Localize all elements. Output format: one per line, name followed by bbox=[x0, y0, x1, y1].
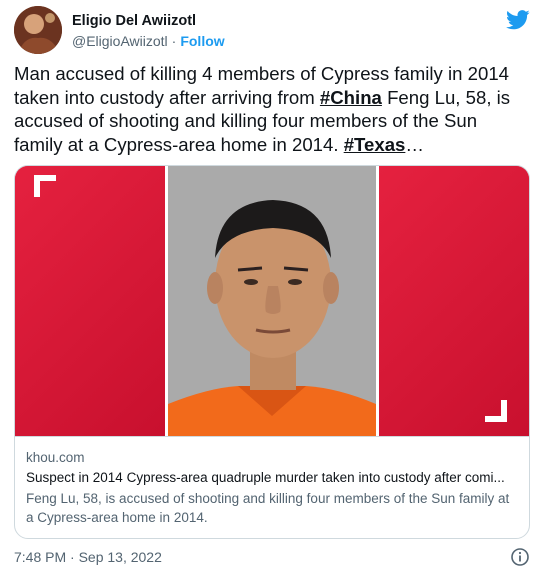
avatar[interactable] bbox=[14, 6, 62, 54]
info-icon[interactable] bbox=[510, 547, 530, 567]
tweet-header: Eligio Del Awiizotl @EligioAwiizotl · Foll… bbox=[14, 6, 530, 54]
display-name[interactable]: Eligio Del Awiizotl bbox=[72, 12, 225, 30]
card-meta[interactable]: khou.com Suspect in 2014 Cypress-area qu… bbox=[15, 436, 529, 538]
author-names: Eligio Del Awiizotl @EligioAwiizotl · Foll… bbox=[72, 12, 225, 50]
photo-frame bbox=[165, 166, 379, 436]
twitter-bird-icon[interactable] bbox=[506, 10, 530, 30]
handle[interactable]: @EligioAwiizotl bbox=[72, 33, 168, 49]
separator-dot: · bbox=[171, 33, 177, 49]
tweet-footer: 7:48 PM · Sep 13, 2022 bbox=[14, 547, 530, 569]
follow-button[interactable]: Follow bbox=[180, 33, 224, 49]
handle-row: @EligioAwiizotl · Follow bbox=[72, 32, 225, 50]
hashtag-china[interactable]: #China bbox=[320, 87, 382, 108]
link-card[interactable]: khou.com Suspect in 2014 Cypress-area qu… bbox=[14, 165, 530, 539]
corner-bracket-top-left-icon bbox=[34, 175, 56, 197]
card-title[interactable]: Suspect in 2014 Cypress-area quadruple m… bbox=[26, 469, 520, 487]
card-image[interactable] bbox=[15, 166, 529, 436]
timestamp[interactable]: 7:48 PM · Sep 13, 2022 bbox=[14, 547, 530, 567]
red-panel-right bbox=[379, 166, 529, 436]
card-domain: khou.com bbox=[26, 450, 85, 465]
card-description: Feng Lu, 58, is accused of shooting and … bbox=[26, 491, 510, 525]
corner-bracket-bottom-right-icon bbox=[485, 400, 507, 422]
hashtag-texas[interactable]: #Texas bbox=[344, 134, 406, 155]
mugshot-photo bbox=[168, 166, 376, 436]
tweet-ellipsis: … bbox=[405, 133, 424, 155]
red-panel-left bbox=[15, 166, 165, 436]
tweet-text: Man accused of killing 4 members of Cypr… bbox=[14, 62, 530, 156]
